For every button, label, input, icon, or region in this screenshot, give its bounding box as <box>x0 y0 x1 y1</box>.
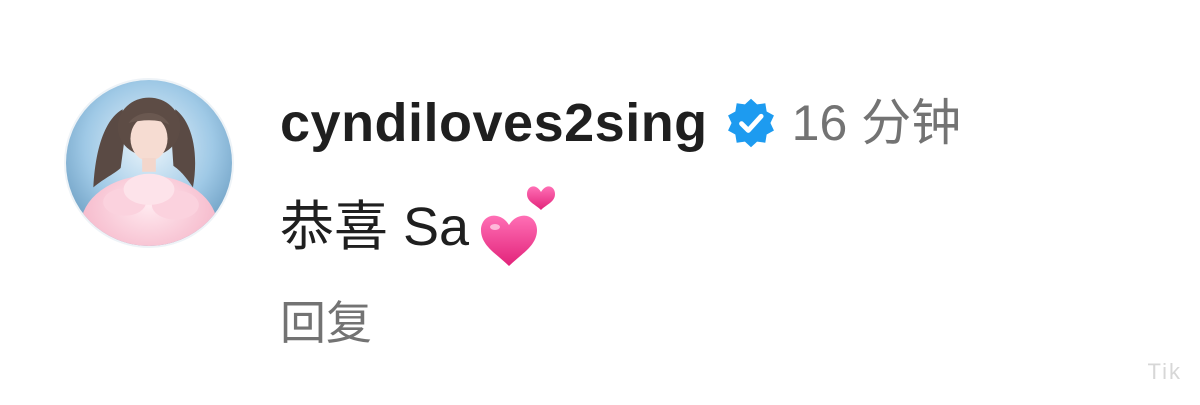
comment-item: cyndiloves2sing 16 分钟 恭喜 Sa 回复 Tik <box>0 0 1200 405</box>
two-hearts-icon <box>481 186 556 266</box>
reply-button[interactable]: 回复 <box>280 300 372 346</box>
comment-header: cyndiloves2sing 16 分钟 <box>280 78 1160 168</box>
timestamp: 16 分钟 <box>791 95 962 151</box>
verified-badge-icon <box>727 98 774 148</box>
comment-body: 恭喜 Sa <box>280 170 1160 270</box>
watermark: Tik <box>1147 359 1182 384</box>
avatar-image <box>66 80 232 246</box>
username[interactable]: cyndiloves2sing <box>280 96 708 150</box>
comment-text: 恭喜 Sa <box>280 197 470 257</box>
comment-content: cyndiloves2sing 16 分钟 恭喜 Sa 回复 <box>280 78 1160 346</box>
avatar[interactable] <box>64 78 234 248</box>
